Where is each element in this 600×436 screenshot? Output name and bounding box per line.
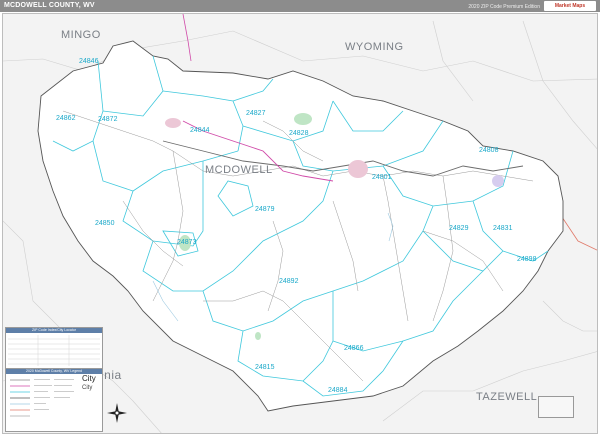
zip-index-legend: ZIP Code Index/City Locator — [5, 327, 103, 369]
zip-label[interactable]: 24884 — [328, 387, 348, 394]
city-patch-1 — [165, 118, 181, 128]
zip-label[interactable]: 24850 — [95, 220, 115, 227]
inset-note-box — [538, 396, 574, 418]
region-label-mingo: MINGO — [61, 29, 101, 41]
zip-label[interactable]: 24844 — [190, 127, 210, 134]
legend-city-label: City — [82, 374, 96, 383]
zip-label[interactable]: 24872 — [98, 116, 118, 123]
region-label-virginia: inia — [101, 368, 122, 382]
park-patch-3 — [255, 332, 261, 340]
zip-label[interactable]: 24808 — [479, 147, 499, 154]
map-title: MCDOWELL COUNTY, WV — [4, 2, 95, 9]
zip-label[interactable]: 24815 — [255, 364, 275, 371]
city-patch-2 — [348, 160, 368, 178]
zip-label[interactable]: 24831 — [493, 225, 513, 232]
zip-label[interactable]: 24898 — [517, 256, 537, 263]
zip-index-table — [8, 335, 100, 366]
zip-label[interactable]: 24829 — [449, 225, 469, 232]
symbol-legend: 2020 McDowell County, WV Legend City Cit… — [5, 368, 103, 432]
region-label-wyoming: WYOMING — [345, 41, 404, 53]
title-bar: MCDOWELL COUNTY, WV 2020 ZIP Code Premiu… — [0, 0, 600, 12]
region-label-tazewell: TAZEWELL — [476, 391, 537, 403]
zip-label[interactable]: 24828 — [289, 130, 309, 137]
zip-label[interactable]: 24846 — [79, 58, 99, 65]
legend-city-label-small: City — [82, 385, 93, 391]
zip-label[interactable]: 24879 — [255, 206, 275, 213]
compass-rose-icon — [107, 403, 127, 423]
region-label-mcdowell: MCDOWELL — [205, 164, 273, 176]
city-patch-3 — [492, 175, 504, 187]
zip-label[interactable]: 24866 — [344, 345, 364, 352]
edition-label: 2020 ZIP Code Premium Edition — [468, 4, 540, 10]
zip-label[interactable]: 24862 — [56, 115, 76, 122]
brand-logo: Market Maps — [544, 1, 596, 11]
zip-label[interactable]: 24801 — [372, 174, 392, 181]
zip-label[interactable]: 24827 — [246, 110, 266, 117]
park-patch-1 — [294, 113, 312, 125]
zip-label[interactable]: 24892 — [279, 278, 299, 285]
zip-label[interactable]: 24873 — [177, 239, 197, 246]
